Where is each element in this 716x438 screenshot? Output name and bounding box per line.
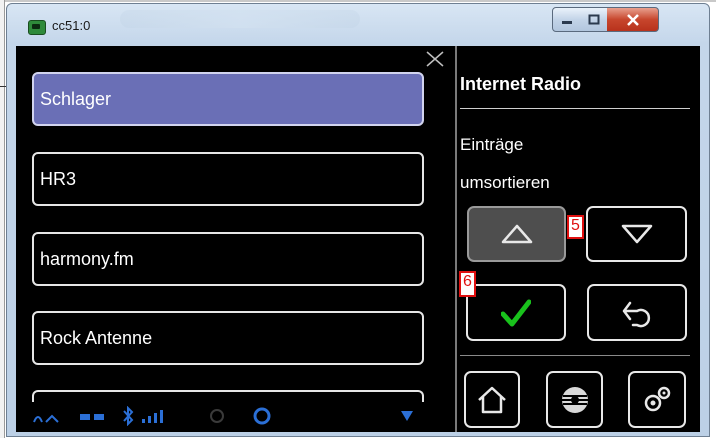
minimize-button[interactable] — [552, 7, 581, 32]
move-up-button[interactable] — [467, 206, 566, 262]
home-button[interactable] — [464, 371, 520, 428]
maximize-button[interactable] — [580, 7, 608, 32]
panel-subtitle: Einträge — [460, 135, 524, 154]
station-item-selected[interactable]: Schlager — [32, 72, 424, 126]
bluetooth-icon — [123, 406, 134, 426]
connection-icon — [33, 414, 59, 423]
station-item[interactable]: HR3 — [32, 152, 424, 206]
triangle-up-icon — [501, 224, 532, 244]
panel-divider — [455, 46, 457, 432]
settings-button[interactable] — [628, 371, 686, 428]
move-down-button[interactable] — [586, 206, 687, 262]
titlebar-glass — [120, 10, 360, 28]
gps-icon — [210, 409, 224, 423]
gears-icon — [644, 386, 671, 411]
radio-button[interactable] — [546, 371, 603, 428]
sync-icon — [253, 407, 271, 425]
network-icon — [80, 414, 104, 420]
outer-edge — [0, 0, 716, 2]
close-icon — [626, 13, 639, 26]
undo-icon — [622, 301, 651, 327]
close-list-icon[interactable] — [424, 50, 446, 68]
confirm-button[interactable] — [466, 284, 566, 341]
home-icon — [478, 386, 506, 413]
app-icon — [28, 20, 46, 35]
checkmark-icon — [501, 299, 531, 326]
triangle-down-icon — [621, 224, 652, 244]
station-item[interactable]: Rock Antenne — [32, 311, 424, 365]
status-bar — [30, 402, 440, 430]
panel-title: Internet Radio — [460, 74, 582, 94]
maximize-icon — [588, 14, 599, 25]
annotation-marker: 6 — [459, 271, 476, 297]
panel-separator — [460, 355, 690, 356]
outer-edge-left — [0, 0, 5, 438]
minimize-icon — [561, 20, 572, 24]
panel-subtitle: umsortieren — [460, 173, 550, 192]
close-button[interactable] — [607, 7, 659, 32]
panel-separator — [460, 108, 690, 109]
station-item[interactable]: harmony.fm — [32, 232, 424, 286]
radio-icon — [561, 386, 588, 413]
signal-icon — [142, 410, 163, 423]
undo-button[interactable] — [587, 284, 687, 341]
annotation-marker: 5 — [567, 215, 584, 239]
dropdown-arrow-icon[interactable] — [400, 410, 414, 422]
window-title: cc51:0 — [52, 18, 91, 33]
